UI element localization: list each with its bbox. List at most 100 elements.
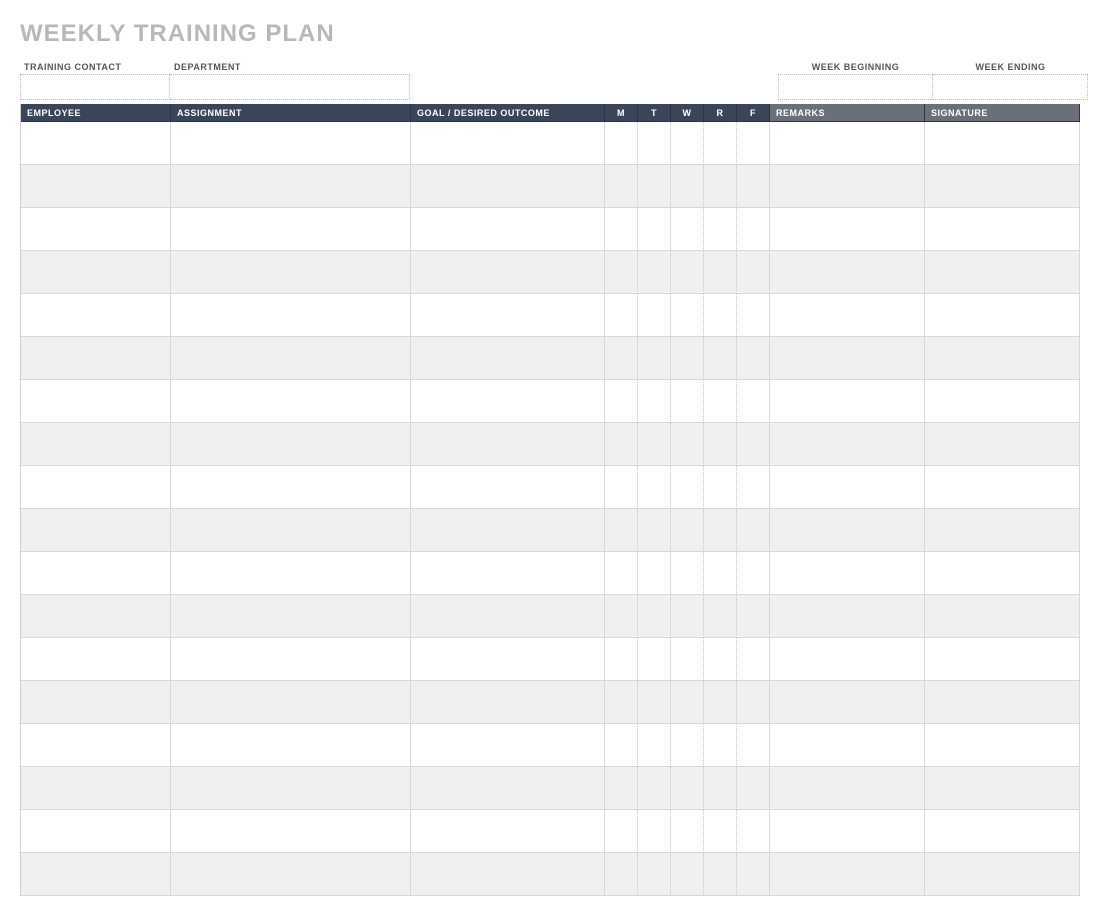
cell-goal[interactable] xyxy=(411,337,605,380)
cell-assignment[interactable] xyxy=(171,810,411,853)
cell-m[interactable] xyxy=(605,595,638,638)
cell-signature[interactable] xyxy=(925,337,1080,380)
cell-m[interactable] xyxy=(605,294,638,337)
cell-remarks[interactable] xyxy=(770,810,925,853)
cell-r[interactable] xyxy=(704,466,737,509)
cell-signature[interactable] xyxy=(925,552,1080,595)
cell-assignment[interactable] xyxy=(171,724,411,767)
cell-w[interactable] xyxy=(671,853,704,896)
cell-goal[interactable] xyxy=(411,638,605,681)
cell-assignment[interactable] xyxy=(171,208,411,251)
cell-w[interactable] xyxy=(671,380,704,423)
cell-r[interactable] xyxy=(704,638,737,681)
cell-t[interactable] xyxy=(638,552,671,595)
cell-w[interactable] xyxy=(671,681,704,724)
cell-r[interactable] xyxy=(704,724,737,767)
cell-w[interactable] xyxy=(671,810,704,853)
cell-r[interactable] xyxy=(704,208,737,251)
cell-remarks[interactable] xyxy=(770,681,925,724)
cell-goal[interactable] xyxy=(411,294,605,337)
week-beginning-input[interactable] xyxy=(778,74,933,100)
cell-w[interactable] xyxy=(671,466,704,509)
cell-m[interactable] xyxy=(605,810,638,853)
cell-f[interactable] xyxy=(737,380,770,423)
cell-signature[interactable] xyxy=(925,122,1080,165)
cell-t[interactable] xyxy=(638,724,671,767)
cell-w[interactable] xyxy=(671,552,704,595)
cell-employee[interactable] xyxy=(21,337,171,380)
cell-f[interactable] xyxy=(737,509,770,552)
cell-r[interactable] xyxy=(704,251,737,294)
cell-r[interactable] xyxy=(704,122,737,165)
cell-goal[interactable] xyxy=(411,595,605,638)
cell-m[interactable] xyxy=(605,638,638,681)
cell-goal[interactable] xyxy=(411,208,605,251)
cell-assignment[interactable] xyxy=(171,595,411,638)
cell-m[interactable] xyxy=(605,251,638,294)
cell-remarks[interactable] xyxy=(770,724,925,767)
cell-signature[interactable] xyxy=(925,638,1080,681)
cell-goal[interactable] xyxy=(411,853,605,896)
cell-m[interactable] xyxy=(605,165,638,208)
cell-assignment[interactable] xyxy=(171,466,411,509)
cell-signature[interactable] xyxy=(925,423,1080,466)
cell-assignment[interactable] xyxy=(171,853,411,896)
cell-remarks[interactable] xyxy=(770,208,925,251)
cell-employee[interactable] xyxy=(21,595,171,638)
cell-f[interactable] xyxy=(737,423,770,466)
cell-goal[interactable] xyxy=(411,122,605,165)
cell-m[interactable] xyxy=(605,724,638,767)
cell-m[interactable] xyxy=(605,681,638,724)
cell-assignment[interactable] xyxy=(171,767,411,810)
cell-employee[interactable] xyxy=(21,681,171,724)
cell-m[interactable] xyxy=(605,380,638,423)
cell-remarks[interactable] xyxy=(770,595,925,638)
cell-goal[interactable] xyxy=(411,251,605,294)
cell-signature[interactable] xyxy=(925,767,1080,810)
cell-f[interactable] xyxy=(737,638,770,681)
cell-remarks[interactable] xyxy=(770,294,925,337)
cell-t[interactable] xyxy=(638,638,671,681)
cell-t[interactable] xyxy=(638,294,671,337)
cell-f[interactable] xyxy=(737,853,770,896)
cell-w[interactable] xyxy=(671,423,704,466)
cell-assignment[interactable] xyxy=(171,638,411,681)
cell-assignment[interactable] xyxy=(171,165,411,208)
cell-t[interactable] xyxy=(638,810,671,853)
cell-employee[interactable] xyxy=(21,165,171,208)
cell-goal[interactable] xyxy=(411,767,605,810)
cell-assignment[interactable] xyxy=(171,251,411,294)
cell-employee[interactable] xyxy=(21,509,171,552)
cell-assignment[interactable] xyxy=(171,122,411,165)
cell-f[interactable] xyxy=(737,767,770,810)
cell-r[interactable] xyxy=(704,595,737,638)
cell-employee[interactable] xyxy=(21,724,171,767)
cell-employee[interactable] xyxy=(21,853,171,896)
cell-r[interactable] xyxy=(704,810,737,853)
cell-remarks[interactable] xyxy=(770,509,925,552)
cell-goal[interactable] xyxy=(411,509,605,552)
cell-goal[interactable] xyxy=(411,810,605,853)
cell-goal[interactable] xyxy=(411,681,605,724)
cell-f[interactable] xyxy=(737,337,770,380)
cell-employee[interactable] xyxy=(21,466,171,509)
cell-employee[interactable] xyxy=(21,122,171,165)
cell-w[interactable] xyxy=(671,638,704,681)
cell-signature[interactable] xyxy=(925,681,1080,724)
cell-f[interactable] xyxy=(737,724,770,767)
cell-employee[interactable] xyxy=(21,208,171,251)
cell-f[interactable] xyxy=(737,810,770,853)
cell-employee[interactable] xyxy=(21,810,171,853)
cell-f[interactable] xyxy=(737,165,770,208)
cell-remarks[interactable] xyxy=(770,380,925,423)
cell-goal[interactable] xyxy=(411,423,605,466)
cell-assignment[interactable] xyxy=(171,294,411,337)
cell-t[interactable] xyxy=(638,767,671,810)
cell-r[interactable] xyxy=(704,337,737,380)
cell-signature[interactable] xyxy=(925,294,1080,337)
cell-f[interactable] xyxy=(737,681,770,724)
cell-goal[interactable] xyxy=(411,552,605,595)
cell-w[interactable] xyxy=(671,294,704,337)
cell-remarks[interactable] xyxy=(770,165,925,208)
cell-assignment[interactable] xyxy=(171,681,411,724)
